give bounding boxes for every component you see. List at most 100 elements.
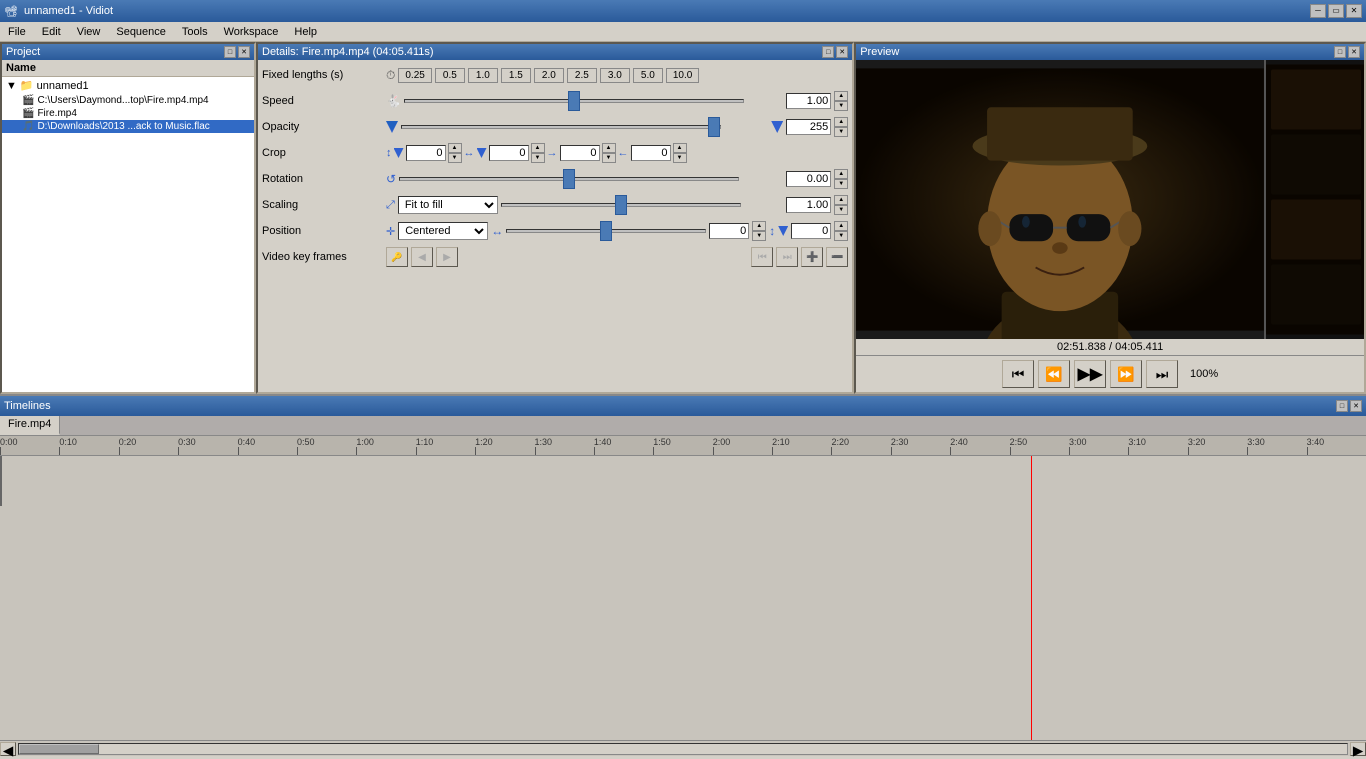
menu-file[interactable]: File xyxy=(0,24,34,40)
details-panel-float[interactable]: □ xyxy=(822,46,834,58)
fixed-len-3.0[interactable]: 3.0 xyxy=(600,68,630,83)
opacity-up-button[interactable]: ▲ xyxy=(834,117,848,127)
timelines-title: Timelines xyxy=(4,400,51,412)
keyframe-btn-remove[interactable]: ➖ xyxy=(826,247,848,267)
rotation-slider[interactable] xyxy=(399,177,739,181)
ruler-tick-0 xyxy=(0,447,1,455)
timelines-float[interactable]: □ xyxy=(1336,400,1348,412)
preview-rewind-start[interactable]: ⏮ xyxy=(1002,360,1034,388)
position-y-value[interactable] xyxy=(791,223,831,239)
menubar: File Edit View Sequence Tools Workspace … xyxy=(0,22,1366,42)
position-slider[interactable] xyxy=(506,229,706,233)
fixed-len-5.0[interactable]: 5.0 xyxy=(633,68,663,83)
timeline-tab-fire[interactable]: Fire.mp4 xyxy=(0,416,60,435)
preview-step-forward[interactable]: ⏩ xyxy=(1110,360,1142,388)
project-folder-item[interactable]: ▼ 📁 unnamed1 xyxy=(2,77,254,94)
minimize-button[interactable]: ─ xyxy=(1310,4,1326,18)
close-button[interactable]: ✕ xyxy=(1346,4,1362,18)
rotation-value[interactable] xyxy=(786,171,831,187)
project-file-item-2[interactable]: 🎵 D:\Downloads\2013 ...ack to Music.flac xyxy=(2,120,254,133)
crop-right[interactable] xyxy=(489,145,529,161)
scaling-slider[interactable] xyxy=(501,203,741,207)
keyframe-btn-prev[interactable]: ◀ xyxy=(411,247,433,267)
ruler-label-5: 0:50 xyxy=(297,437,315,447)
fixed-len-0.5[interactable]: 0.5 xyxy=(435,68,465,83)
speed-up-button[interactable]: ▲ xyxy=(834,91,848,101)
fixed-len-10.0[interactable]: 10.0 xyxy=(666,68,699,83)
timeline-scrollbar-track[interactable] xyxy=(18,743,1348,755)
position-dropdown[interactable]: Centered Top Left Top Right Bottom Left … xyxy=(398,222,488,240)
position-x-value[interactable] xyxy=(709,223,749,239)
crop-top[interactable] xyxy=(406,145,446,161)
crop-bottom[interactable] xyxy=(560,145,600,161)
project-panel-title: Project xyxy=(6,46,40,58)
video-file-icon-1: 🎬 xyxy=(22,108,34,119)
scaling-dropdown[interactable]: Fit to fill Fit to width Fit to height S… xyxy=(398,196,498,214)
menu-sequence[interactable]: Sequence xyxy=(108,24,174,40)
timelines-close[interactable]: ✕ xyxy=(1350,400,1362,412)
details-content: Fixed lengths (s) ⏱ 0.25 0.5 1.0 1.5 2.0… xyxy=(258,60,852,392)
timeline-scroll-right[interactable]: ▶ xyxy=(1350,742,1366,756)
opacity-value[interactable] xyxy=(786,119,831,135)
details-panel-close[interactable]: ✕ xyxy=(836,46,848,58)
fixed-len-1.0[interactable]: 1.0 xyxy=(468,68,498,83)
menu-workspace[interactable]: Workspace xyxy=(216,24,287,40)
ruler-tick-17 xyxy=(1010,447,1011,455)
keyframe-btn-key[interactable]: 🔑 xyxy=(386,247,408,267)
rotation-up-button[interactable]: ▲ xyxy=(834,169,848,179)
preview-fast-forward-end[interactable]: ⏭ xyxy=(1146,360,1178,388)
opacity-slider[interactable] xyxy=(401,125,721,129)
timeline-scroll-left[interactable]: ◀ xyxy=(0,742,16,756)
keyframe-btn-first[interactable]: ⏮ xyxy=(751,247,773,267)
ruler-tick-1 xyxy=(59,447,60,455)
ruler-tick-3 xyxy=(178,447,179,455)
scaling-value[interactable] xyxy=(786,197,831,213)
crop-right-up[interactable]: ▲ xyxy=(531,143,545,153)
restore-button[interactable]: ▭ xyxy=(1328,4,1344,18)
speed-value[interactable] xyxy=(786,93,831,109)
fixed-len-0.25[interactable]: 0.25 xyxy=(398,68,431,83)
scaling-up-button[interactable]: ▲ xyxy=(834,195,848,205)
preview-step-back[interactable]: ⏪ xyxy=(1038,360,1070,388)
fixed-lengths-label: Fixed lengths (s) xyxy=(262,69,382,81)
project-file-item-1[interactable]: 🎬 Fire.mp4 xyxy=(2,107,254,120)
project-panel-float[interactable]: □ xyxy=(224,46,236,58)
keyframe-btn-add[interactable]: ➕ xyxy=(801,247,823,267)
ruler-label-9: 1:30 xyxy=(535,437,553,447)
preview-play-pause[interactable]: ▶▶ xyxy=(1074,360,1106,388)
crop-left-down[interactable]: ▼ xyxy=(673,153,687,163)
keyframe-btn-next[interactable]: ▶ xyxy=(436,247,458,267)
position-x-down[interactable]: ▼ xyxy=(752,231,766,241)
speed-down-button[interactable]: ▼ xyxy=(834,101,848,111)
menu-view[interactable]: View xyxy=(69,24,109,40)
crop-bottom-up[interactable]: ▲ xyxy=(602,143,616,153)
crop-right-down[interactable]: ▼ xyxy=(531,153,545,163)
opacity-down-button[interactable]: ▼ xyxy=(834,127,848,137)
project-panel-close[interactable]: ✕ xyxy=(238,46,250,58)
project-file-item-0[interactable]: 🎬 C:\Users\Daymond...top\Fire.mp4.mp4 xyxy=(2,94,254,107)
preview-panel-close[interactable]: ✕ xyxy=(1348,46,1360,58)
keyframe-btn-last[interactable]: ⏭ xyxy=(776,247,798,267)
rotation-down-button[interactable]: ▼ xyxy=(834,179,848,189)
crop-left[interactable] xyxy=(631,145,671,161)
crop-top-up[interactable]: ▲ xyxy=(448,143,462,153)
menu-tools[interactable]: Tools xyxy=(174,24,216,40)
scaling-down-button[interactable]: ▼ xyxy=(834,205,848,215)
menu-help[interactable]: Help xyxy=(286,24,325,40)
fixed-len-1.5[interactable]: 1.5 xyxy=(501,68,531,83)
position-y-up[interactable]: ▲ xyxy=(834,221,848,231)
crop-top-down[interactable]: ▼ xyxy=(448,153,462,163)
position-y-down[interactable]: ▼ xyxy=(834,231,848,241)
crop-left-up[interactable]: ▲ xyxy=(673,143,687,153)
timeline-scrollbar-thumb[interactable] xyxy=(19,744,99,754)
scaling-icon: ⤢ xyxy=(386,199,395,212)
position-x-up[interactable]: ▲ xyxy=(752,221,766,231)
preview-panel-float[interactable]: □ xyxy=(1334,46,1346,58)
fixed-len-2.5[interactable]: 2.5 xyxy=(567,68,597,83)
ruler-tick-22 xyxy=(1307,447,1308,455)
crop-bottom-down[interactable]: ▼ xyxy=(602,153,616,163)
menu-edit[interactable]: Edit xyxy=(34,24,69,40)
video-clip[interactable]: Fire.mp4.mp4 xyxy=(0,456,2,506)
speed-slider[interactable] xyxy=(404,99,744,103)
fixed-len-2.0[interactable]: 2.0 xyxy=(534,68,564,83)
